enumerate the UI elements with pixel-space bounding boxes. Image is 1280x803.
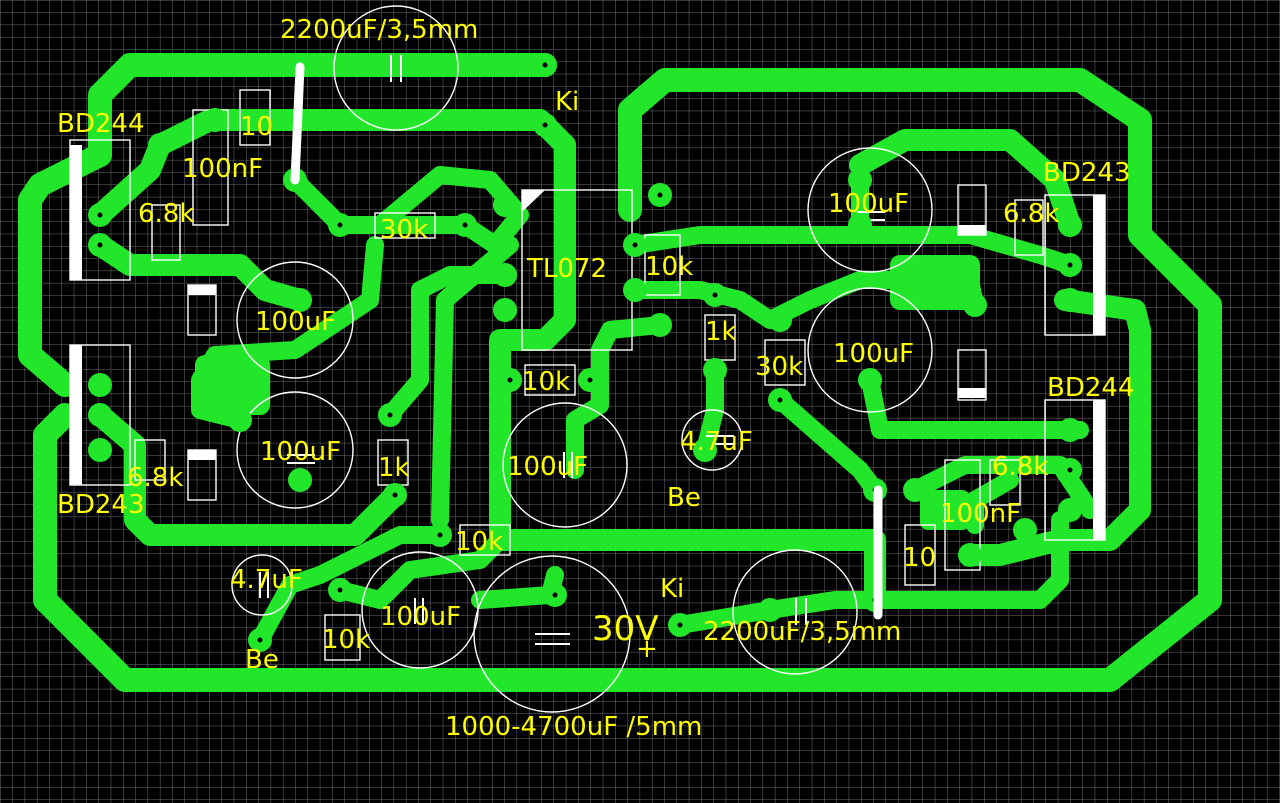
diode-band-right-bottom [958,388,986,398]
label-r68k-br: 6.8k [992,452,1048,482]
transistor-heatsink-right-top [1093,195,1105,335]
label-c100u-r2: 100uF [833,339,914,369]
diode-band-left-bottom [188,450,216,460]
transistor-heatsink-left-bottom [70,345,82,485]
label-be-center: Be [667,483,701,513]
label-r10-left: 10 [240,112,273,142]
label-bd243-right: BD243 [1043,158,1130,188]
label-bd243-left: BD243 [57,490,144,520]
label-c100n-right: 100nF [940,499,1021,529]
label-c100u-l1: 100uF [255,307,336,337]
diode-band-right-top [958,225,986,235]
label-c100u-bottom: 100uF [380,602,461,632]
label-c47u-center: 4.7uF [680,427,753,457]
label-r30k-right: 30k [755,352,803,382]
label-cap-top: 2200uF/3,5mm [280,15,478,45]
transistor-heatsink-left-top [70,145,82,280]
label-c47u-left: 4.7uF [230,565,303,595]
label-r10k-d: 10k [322,625,370,655]
label-c100n-left: 100nF [182,154,263,184]
label-r68k-tr: 6.8k [1003,199,1059,229]
diode-band-left-top [188,285,216,295]
label-r10k-b: 10k [522,367,570,397]
label-r68k-bl: 6.8k [127,463,183,493]
transistor-heatsink-right-bottom [1093,400,1105,540]
label-cap-bottom: 2200uF/3,5mm [703,617,901,647]
label-ic: TL072 [526,254,607,284]
label-cap-main: 1000-4700uF /5mm [445,712,702,742]
label-plus: + [636,634,658,664]
pad-block-left [195,355,270,415]
label-be-left: Be [245,645,279,675]
label-r1k-right: 1k [705,317,737,347]
label-bd244-right: BD244 [1047,373,1134,403]
label-r10-right: 10 [903,543,936,573]
label-r30k-left: 30k [380,215,428,245]
label-r68k-tl: 6.8k [138,199,194,229]
label-c100u-r1: 100uF [828,189,909,219]
jumper-wire-left [290,62,305,185]
label-c100u-l2: 100uF [260,437,341,467]
label-c100u-center: 100uF [507,452,588,482]
label-ki-top: Ki [555,87,579,117]
label-r10k-c: 10k [455,527,503,557]
label-bd244-left: BD244 [57,109,144,139]
label-r10k-a: 10k [645,252,693,282]
label-r1k-left: 1k [378,453,410,483]
label-ki-bottom: Ki [660,574,684,604]
pcb-layout-canvas: 2200uF/3,5mm Ki BD244 10 100nF 6.8k 30k … [0,0,1280,803]
